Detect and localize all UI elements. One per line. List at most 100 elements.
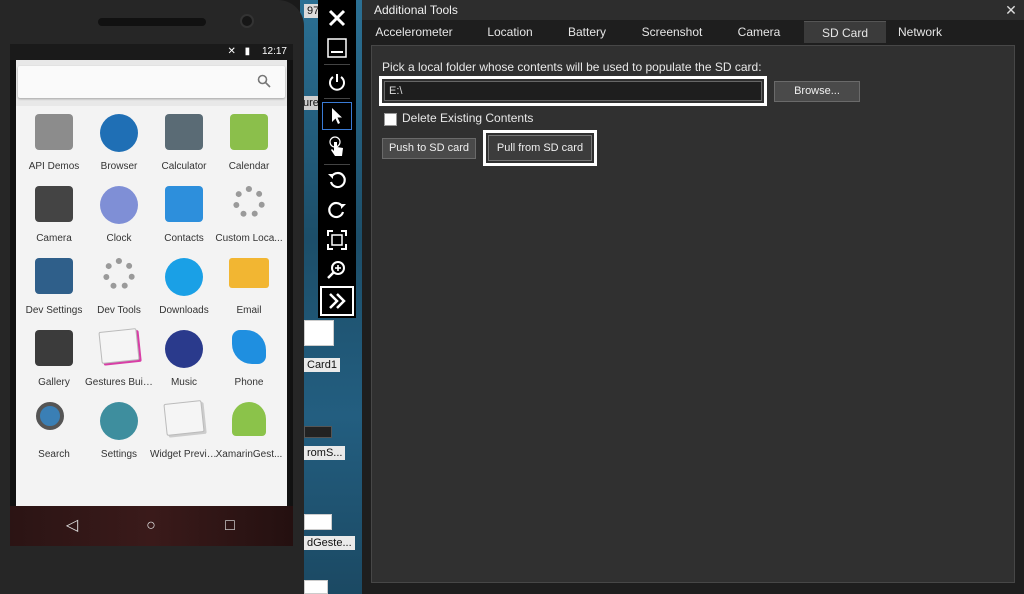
app-widget-previe[interactable]: Widget Previe... bbox=[150, 394, 218, 466]
tab-screenshot[interactable]: Screenshot bbox=[626, 21, 718, 43]
app-label: Gestures Buil... bbox=[85, 377, 153, 388]
app-settings[interactable]: Settings bbox=[85, 394, 153, 466]
app-downloads[interactable]: Downloads bbox=[150, 250, 218, 322]
gear-cluster-icon bbox=[98, 258, 140, 300]
calendar-icon bbox=[228, 114, 270, 156]
nav-bar: ◁ ○ □ bbox=[10, 506, 293, 546]
zoom-icon[interactable] bbox=[322, 256, 352, 284]
push-to-sd-button[interactable]: Push to SD card bbox=[382, 138, 476, 159]
app-calendar[interactable]: Calendar bbox=[215, 106, 283, 178]
app-gallery[interactable]: Gallery bbox=[20, 322, 88, 394]
pointer-icon[interactable] bbox=[322, 102, 352, 130]
toolbar-divider bbox=[324, 164, 350, 165]
emulator-toolbar bbox=[318, 0, 356, 318]
app-api-demos[interactable]: API Demos bbox=[20, 106, 88, 178]
back-icon[interactable]: ◁ bbox=[62, 516, 82, 536]
app-gestures-buil[interactable]: Gestures Buil... bbox=[85, 322, 153, 394]
minimize-icon[interactable] bbox=[322, 34, 352, 62]
desktop-snippet-3[interactable]: Card1 bbox=[304, 358, 340, 372]
app-label: Phone bbox=[234, 377, 264, 388]
magnifier-icon bbox=[33, 402, 75, 444]
delete-contents-label[interactable]: Delete Existing Contents bbox=[402, 111, 533, 125]
desktop-snippet-5[interactable]: dGeste... bbox=[304, 536, 355, 550]
close-icon[interactable]: ✕ bbox=[1004, 0, 1018, 20]
app-label: Gallery bbox=[38, 377, 70, 388]
home-icon[interactable]: ○ bbox=[141, 516, 161, 536]
more-icon[interactable] bbox=[320, 286, 354, 316]
app-grid: API Demos Browser Calculator Calendar Camera… bbox=[16, 106, 287, 506]
phone-emulator: ✕ ▮ 12:17 API Demos Browser Calculator Cale… bbox=[0, 0, 304, 594]
sd-card-panel: Pick a local folder whose contents will … bbox=[371, 45, 1015, 583]
power-icon[interactable] bbox=[322, 68, 352, 96]
app-xamaringest[interactable]: XamarinGest... bbox=[215, 394, 283, 466]
rotate-left-icon[interactable] bbox=[322, 166, 352, 194]
envelope-icon bbox=[228, 258, 270, 300]
desktop-file-thumb[interactable] bbox=[304, 514, 332, 530]
app-label: XamarinGest... bbox=[215, 449, 283, 460]
toolbar-divider bbox=[324, 64, 350, 65]
clock-icon bbox=[98, 186, 140, 228]
folder-path-input[interactable]: E:\ bbox=[384, 81, 762, 101]
app-dev-tools[interactable]: Dev Tools bbox=[85, 250, 153, 322]
app-label: API Demos bbox=[28, 161, 80, 172]
tab-sd-card[interactable]: SD Card bbox=[804, 21, 886, 43]
tab-network[interactable]: Network bbox=[888, 21, 952, 43]
app-label: Music bbox=[170, 377, 198, 388]
app-browser[interactable]: Browser bbox=[85, 106, 153, 178]
download-icon bbox=[163, 258, 205, 300]
camera-icon bbox=[33, 186, 75, 228]
app-label: Calendar bbox=[228, 161, 270, 172]
rotate-right-icon[interactable] bbox=[322, 196, 352, 224]
recents-icon[interactable]: □ bbox=[220, 516, 240, 536]
tab-camera[interactable]: Camera bbox=[726, 21, 792, 43]
tab-battery[interactable]: Battery bbox=[556, 21, 618, 43]
delete-contents-checkbox[interactable] bbox=[384, 113, 397, 126]
app-label: Widget Previe... bbox=[150, 449, 218, 460]
app-dev-settings[interactable]: Dev Settings bbox=[20, 250, 88, 322]
widget-icon bbox=[163, 400, 205, 444]
app-label: Browser bbox=[100, 161, 138, 172]
app-custom-loca[interactable]: Custom Loca... bbox=[215, 178, 283, 250]
phone-speaker bbox=[98, 18, 206, 26]
android-icon bbox=[228, 402, 270, 444]
search-bar[interactable] bbox=[18, 66, 285, 98]
search-icon bbox=[257, 74, 271, 88]
app-email[interactable]: Email bbox=[215, 250, 283, 322]
app-contacts[interactable]: Contacts bbox=[150, 178, 218, 250]
phone-camera bbox=[240, 14, 254, 28]
app-drawer: API Demos Browser Calculator Calendar Camera… bbox=[16, 60, 287, 506]
desktop-file-thumb[interactable] bbox=[304, 320, 334, 346]
status-icons: ✕ ▮ bbox=[227, 46, 254, 57]
desktop-file-thumb[interactable] bbox=[304, 580, 328, 594]
app-label: Email bbox=[236, 305, 262, 316]
window-title: Additional Tools bbox=[362, 0, 1024, 20]
app-clock[interactable]: Clock bbox=[85, 178, 153, 250]
desktop-file-thumb[interactable] bbox=[304, 426, 332, 438]
tab-location[interactable]: Location bbox=[472, 21, 548, 43]
calculator-icon bbox=[163, 114, 205, 156]
app-phone[interactable]: Phone bbox=[215, 322, 283, 394]
app-label: Custom Loca... bbox=[215, 233, 283, 244]
app-calculator[interactable]: Calculator bbox=[150, 106, 218, 178]
fit-screen-icon[interactable] bbox=[322, 226, 352, 254]
toolbar-divider bbox=[324, 98, 350, 99]
browse-button[interactable]: Browse... bbox=[774, 81, 860, 102]
app-label: Dev Tools bbox=[97, 305, 141, 316]
app-camera[interactable]: Camera bbox=[20, 178, 88, 250]
app-label: Camera bbox=[36, 233, 72, 244]
folder-gear-icon bbox=[33, 114, 75, 156]
speaker-icon bbox=[163, 330, 205, 372]
app-search[interactable]: Search bbox=[20, 394, 88, 466]
tab-accelerometer[interactable]: Accelerometer bbox=[364, 21, 464, 43]
gesture-icon bbox=[98, 328, 140, 372]
app-label: Calculator bbox=[161, 161, 207, 172]
desktop-snippet-4[interactable]: romS... bbox=[304, 446, 346, 460]
app-label: Downloads bbox=[159, 305, 209, 316]
contacts-icon bbox=[163, 186, 205, 228]
touch-icon[interactable] bbox=[322, 132, 352, 160]
close-icon[interactable] bbox=[322, 4, 352, 32]
tab-strip: Accelerometer Location Battery Screensho… bbox=[362, 21, 1024, 43]
app-music[interactable]: Music bbox=[150, 322, 218, 394]
pull-from-sd-button[interactable]: Pull from SD card bbox=[488, 135, 592, 161]
status-time: 12:17 bbox=[261, 46, 287, 57]
